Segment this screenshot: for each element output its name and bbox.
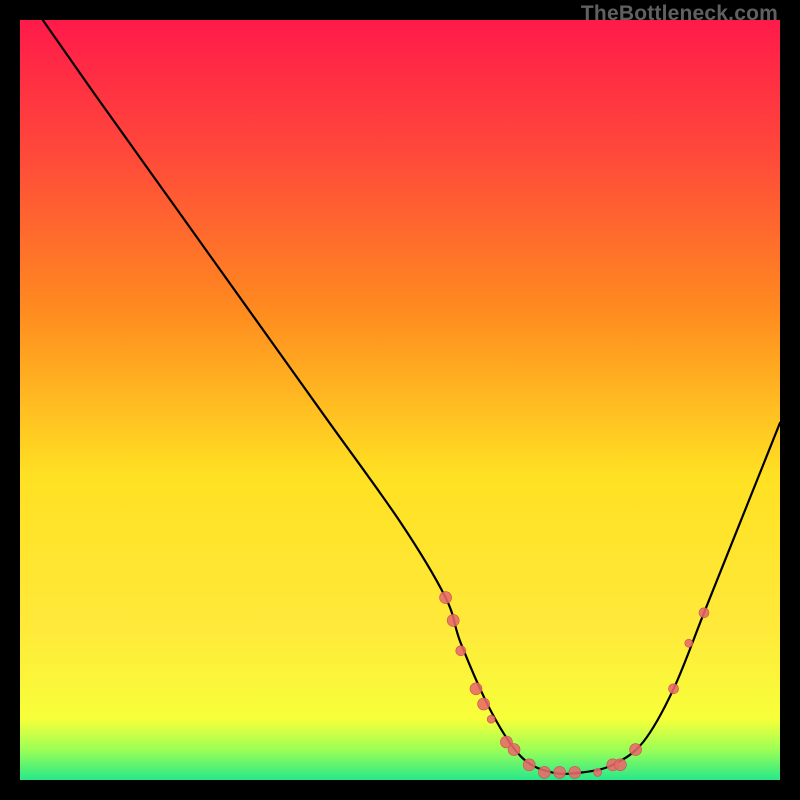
data-marker [440,592,452,604]
data-marker [447,614,459,626]
data-marker [523,759,535,771]
data-marker [569,766,581,778]
data-marker [470,683,482,695]
watermark-text: TheBottleneck.com [581,2,778,26]
chart-frame [20,20,780,780]
data-marker [699,608,709,618]
data-marker [538,766,550,778]
data-marker [456,646,466,656]
bottleneck-chart [20,20,780,780]
data-marker [614,759,626,771]
data-marker [669,684,679,694]
data-marker [685,639,693,647]
gradient-background [20,20,780,780]
data-marker [630,744,642,756]
data-marker [487,715,495,723]
data-marker [478,698,490,710]
data-marker [554,766,566,778]
data-marker [594,768,602,776]
data-marker [508,744,520,756]
